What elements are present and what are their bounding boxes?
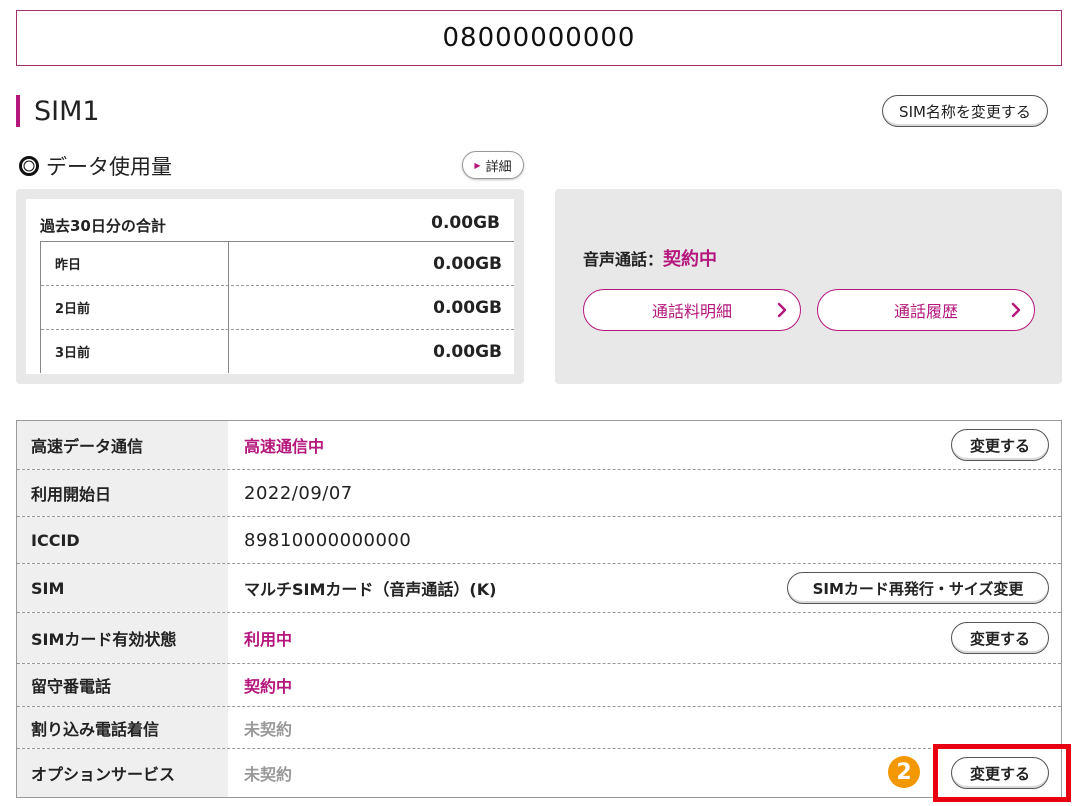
chevron-right-icon	[777, 302, 787, 318]
usage-row-label: 昨日	[41, 242, 229, 285]
change-sim-status-button[interactable]: 変更する	[951, 622, 1049, 654]
usage-detail-label: 詳細	[485, 159, 512, 175]
usage-row-label: 2日前	[41, 286, 229, 329]
rename-sim-button[interactable]: SIM名称を変更する	[882, 95, 1048, 127]
row-value: マルチSIMカード（音声通話）(K) SIMカード再発行・サイズ変更	[228, 564, 1061, 612]
voice-label: 音声通話：	[583, 250, 664, 269]
heading-accent-bar	[16, 95, 20, 127]
table-row-high-speed: 高速データ通信 高速通信中 変更する	[17, 421, 1061, 470]
iccid-value: 89810000000000	[244, 529, 412, 551]
sim-type-value: マルチSIMカード（音声通話）(K)	[244, 580, 497, 599]
change-high-speed-button[interactable]: 変更する	[951, 429, 1049, 461]
high-speed-status: 高速通信中	[244, 437, 325, 456]
sim-title: SIM1	[34, 95, 100, 127]
usage-total-label: 過去30日分の合計	[40, 217, 166, 235]
sim-reissue-button[interactable]: SIMカード再発行・サイズ変更	[787, 572, 1049, 604]
table-row-start-date: 利用開始日 2022/09/07	[17, 470, 1061, 517]
options-value: 未契約	[244, 765, 293, 784]
row-label: 留守番電話	[17, 664, 228, 706]
table-row-call-waiting: 割り込み電話着信 未契約	[17, 707, 1061, 749]
call-charges-button[interactable]: 通話料明細	[583, 289, 801, 331]
row-label: ICCID	[17, 517, 228, 563]
step-number-badge: 2	[888, 756, 920, 788]
call-waiting-value: 未契約	[244, 719, 293, 739]
row-label: 割り込み電話着信	[17, 707, 228, 748]
usage-row-value: 0.00GB	[433, 341, 502, 362]
usage-row: 2日前 0.00GB	[41, 286, 514, 330]
call-history-button[interactable]: 通話履歴	[817, 289, 1035, 331]
voice-call-panel: 音声通話：契約中 通話料明細 通話履歴	[555, 189, 1062, 384]
voicemail-value: 契約中	[244, 677, 293, 696]
usage-row-value: 0.00GB	[433, 253, 502, 274]
sim-info-table: 高速データ通信 高速通信中 変更する 利用開始日 2022/09/07 ICCI…	[16, 420, 1062, 798]
row-label: オプションサービス	[17, 749, 228, 797]
highlight-frame	[933, 744, 1071, 802]
call-charges-label: 通話料明細	[651, 302, 732, 321]
table-row-sim-status: SIMカード有効状態 利用中 変更する	[17, 613, 1061, 664]
data-ring-icon	[19, 156, 39, 176]
row-value: 利用中 変更する	[228, 613, 1061, 663]
table-row-iccid: ICCID 89810000000000	[17, 517, 1061, 564]
triangle-right-icon: ▶	[474, 160, 481, 170]
sim-status-value: 利用中	[244, 630, 293, 649]
phone-number-display: 08000000000	[16, 10, 1062, 66]
row-label: 利用開始日	[17, 470, 228, 516]
data-usage-panel: 過去30日分の合計 0.00GB 昨日 0.00GB 2日前 0.00GB 3日…	[16, 189, 524, 384]
data-usage-heading: データ使用量	[18, 151, 172, 181]
usage-total-value: 0.00GB	[431, 213, 500, 233]
chevron-right-icon	[1011, 302, 1021, 318]
start-date-value: 2022/09/07	[244, 482, 353, 504]
usage-row: 昨日 0.00GB	[41, 242, 514, 286]
row-label: SIMカード有効状態	[17, 613, 228, 663]
data-usage-card: 過去30日分の合計 0.00GB 昨日 0.00GB 2日前 0.00GB 3日…	[26, 199, 514, 374]
usage-row-label: 3日前	[41, 330, 229, 373]
usage-row: 3日前 0.00GB	[41, 330, 514, 373]
voice-state: 契約中	[663, 249, 718, 270]
call-history-label: 通話履歴	[893, 302, 958, 321]
row-value: 高速通信中 変更する	[228, 421, 1061, 469]
row-label: 高速データ通信	[17, 421, 228, 469]
sim-heading: SIM1	[16, 94, 100, 128]
table-row-sim: SIM マルチSIMカード（音声通話）(K) SIMカード再発行・サイズ変更	[17, 564, 1061, 613]
row-label: SIM	[17, 564, 228, 612]
data-usage-title: データ使用量	[46, 155, 172, 179]
usage-detail-button[interactable]: ▶ 詳細	[462, 151, 524, 179]
voice-status: 音声通話：契約中	[583, 245, 717, 271]
usage-table: 昨日 0.00GB 2日前 0.00GB 3日前 0.00GB	[40, 241, 514, 373]
usage-row-value: 0.00GB	[433, 297, 502, 318]
table-row-voicemail: 留守番電話 契約中	[17, 664, 1061, 707]
